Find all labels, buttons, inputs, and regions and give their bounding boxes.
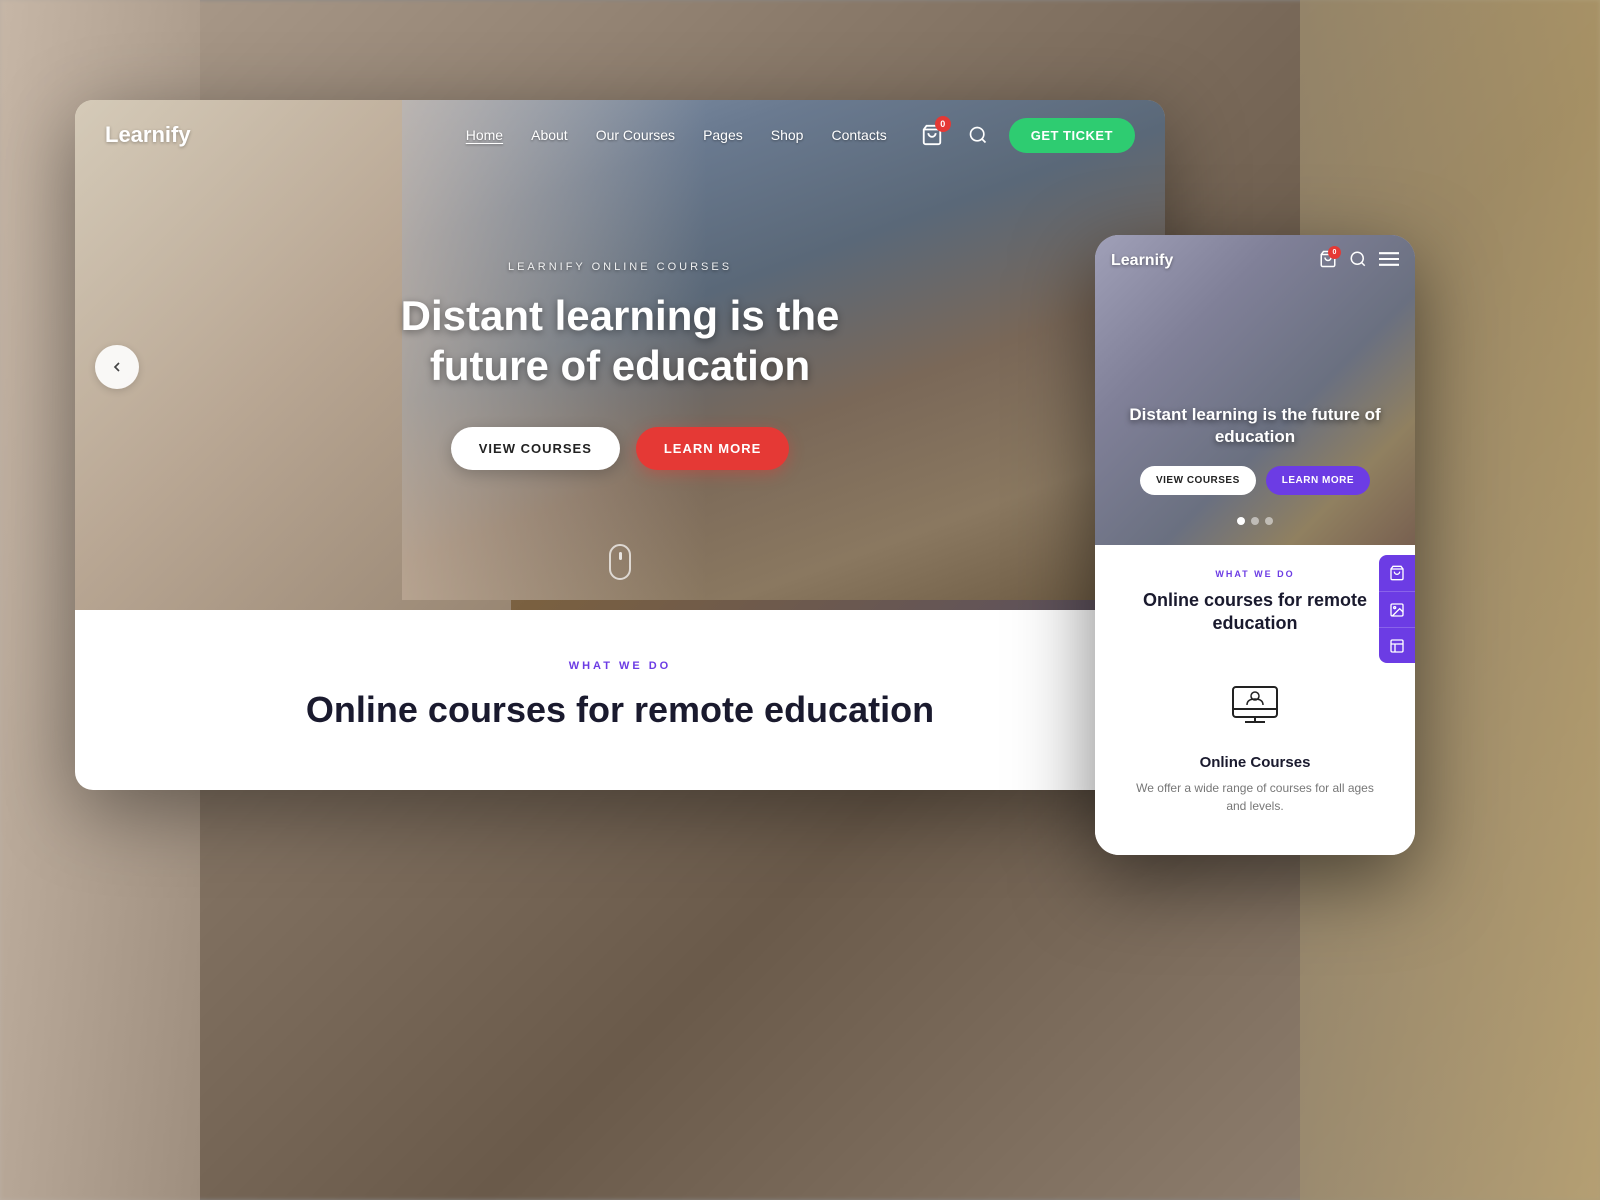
course-card-description: We offer a wide range of courses for all… (1131, 779, 1379, 815)
what-we-do-label: WHAT WE DO (115, 660, 1125, 672)
mobile-navbar: Learnify 0 (1095, 235, 1415, 287)
mobile-carousel-dots (1237, 517, 1273, 525)
mobile-menu-icon[interactable] (1379, 251, 1399, 272)
mobile-what-we-do-label: WHAT WE DO (1115, 569, 1395, 579)
mobile-content-section: WHAT WE DO Online courses for remote edu… (1095, 545, 1415, 855)
course-icon-wrap (1220, 672, 1290, 742)
hero-title: Distant learning is the future of educat… (360, 291, 880, 392)
section-title: Online courses for remote education (115, 688, 1125, 731)
mobile-hero: Learnify 0 (1095, 235, 1415, 545)
view-courses-button[interactable]: VIEW COURSES (451, 427, 620, 470)
mobile-sidebar-image-icon[interactable] (1379, 591, 1415, 627)
mobile-logo: Learnify (1111, 252, 1173, 270)
nav-contacts[interactable]: Contacts (831, 127, 886, 143)
mobile-mockup: Learnify 0 (1095, 235, 1415, 855)
desktop-nav-actions: 0 GET TICKET (917, 118, 1135, 153)
mobile-hero-content: Distant learning is the future of educat… (1111, 404, 1399, 495)
cart-badge: 0 (935, 116, 951, 132)
mobile-cart-wrap[interactable]: 0 (1319, 250, 1337, 273)
learn-more-button[interactable]: LEARN MORE (636, 427, 789, 470)
nav-about[interactable]: About (531, 127, 568, 143)
mobile-learn-more-button[interactable]: LEARN MORE (1266, 466, 1370, 495)
cart-icon-wrap[interactable]: 0 (917, 120, 947, 150)
carousel-dot-3[interactable] (1265, 517, 1273, 525)
nav-pages[interactable]: Pages (703, 127, 743, 143)
mobile-nav-icons: 0 (1319, 250, 1399, 273)
course-card-title: Online Courses (1131, 754, 1379, 771)
hero-subtitle: LEARNIFY ONLINE COURSES (360, 261, 880, 273)
nav-shop[interactable]: Shop (771, 127, 804, 143)
desktop-navbar: Learnify Home About Our Courses Pages Sh… (75, 100, 1165, 170)
nav-home[interactable]: Home (466, 127, 503, 143)
desktop-mockup: Learnify Home About Our Courses Pages Sh… (75, 100, 1165, 790)
prev-slide-button[interactable] (95, 345, 139, 389)
mobile-search-icon[interactable] (1349, 250, 1367, 273)
get-ticket-button[interactable]: GET TICKET (1009, 118, 1135, 153)
mobile-sidebar-icons (1379, 555, 1415, 663)
scroll-mouse-icon (609, 544, 631, 580)
online-courses-icon (1225, 677, 1285, 737)
desktop-hero: Learnify Home About Our Courses Pages Sh… (75, 100, 1165, 610)
mobile-section-title: Online courses for remote education (1115, 589, 1395, 636)
hero-buttons: VIEW COURSES LEARN MORE (360, 427, 880, 470)
desktop-logo: Learnify (105, 122, 191, 148)
desktop-content-section: WHAT WE DO Online courses for remote edu… (75, 610, 1165, 761)
mobile-course-card: Online Courses We offer a wide range of … (1115, 656, 1395, 831)
search-icon[interactable] (963, 120, 993, 150)
mobile-hero-buttons: VIEW COURSES LEARN MORE (1111, 466, 1399, 495)
arrow-left-icon (109, 359, 125, 375)
nav-our-courses[interactable]: Our Courses (596, 127, 675, 143)
mobile-sidebar-layout-icon[interactable] (1379, 627, 1415, 663)
carousel-dot-1[interactable] (1237, 517, 1245, 525)
carousel-dot-2[interactable] (1251, 517, 1259, 525)
mobile-sidebar-cart-icon[interactable] (1379, 555, 1415, 591)
mobile-cart-badge: 0 (1328, 246, 1341, 259)
desktop-nav: Home About Our Courses Pages Shop Contac… (466, 127, 887, 143)
scroll-indicator (609, 544, 631, 580)
hero-content: LEARNIFY ONLINE COURSES Distant learning… (360, 261, 880, 470)
mobile-hero-title: Distant learning is the future of educat… (1111, 404, 1399, 448)
mobile-view-courses-button[interactable]: VIEW COURSES (1140, 466, 1256, 495)
scroll-dot (619, 552, 622, 560)
